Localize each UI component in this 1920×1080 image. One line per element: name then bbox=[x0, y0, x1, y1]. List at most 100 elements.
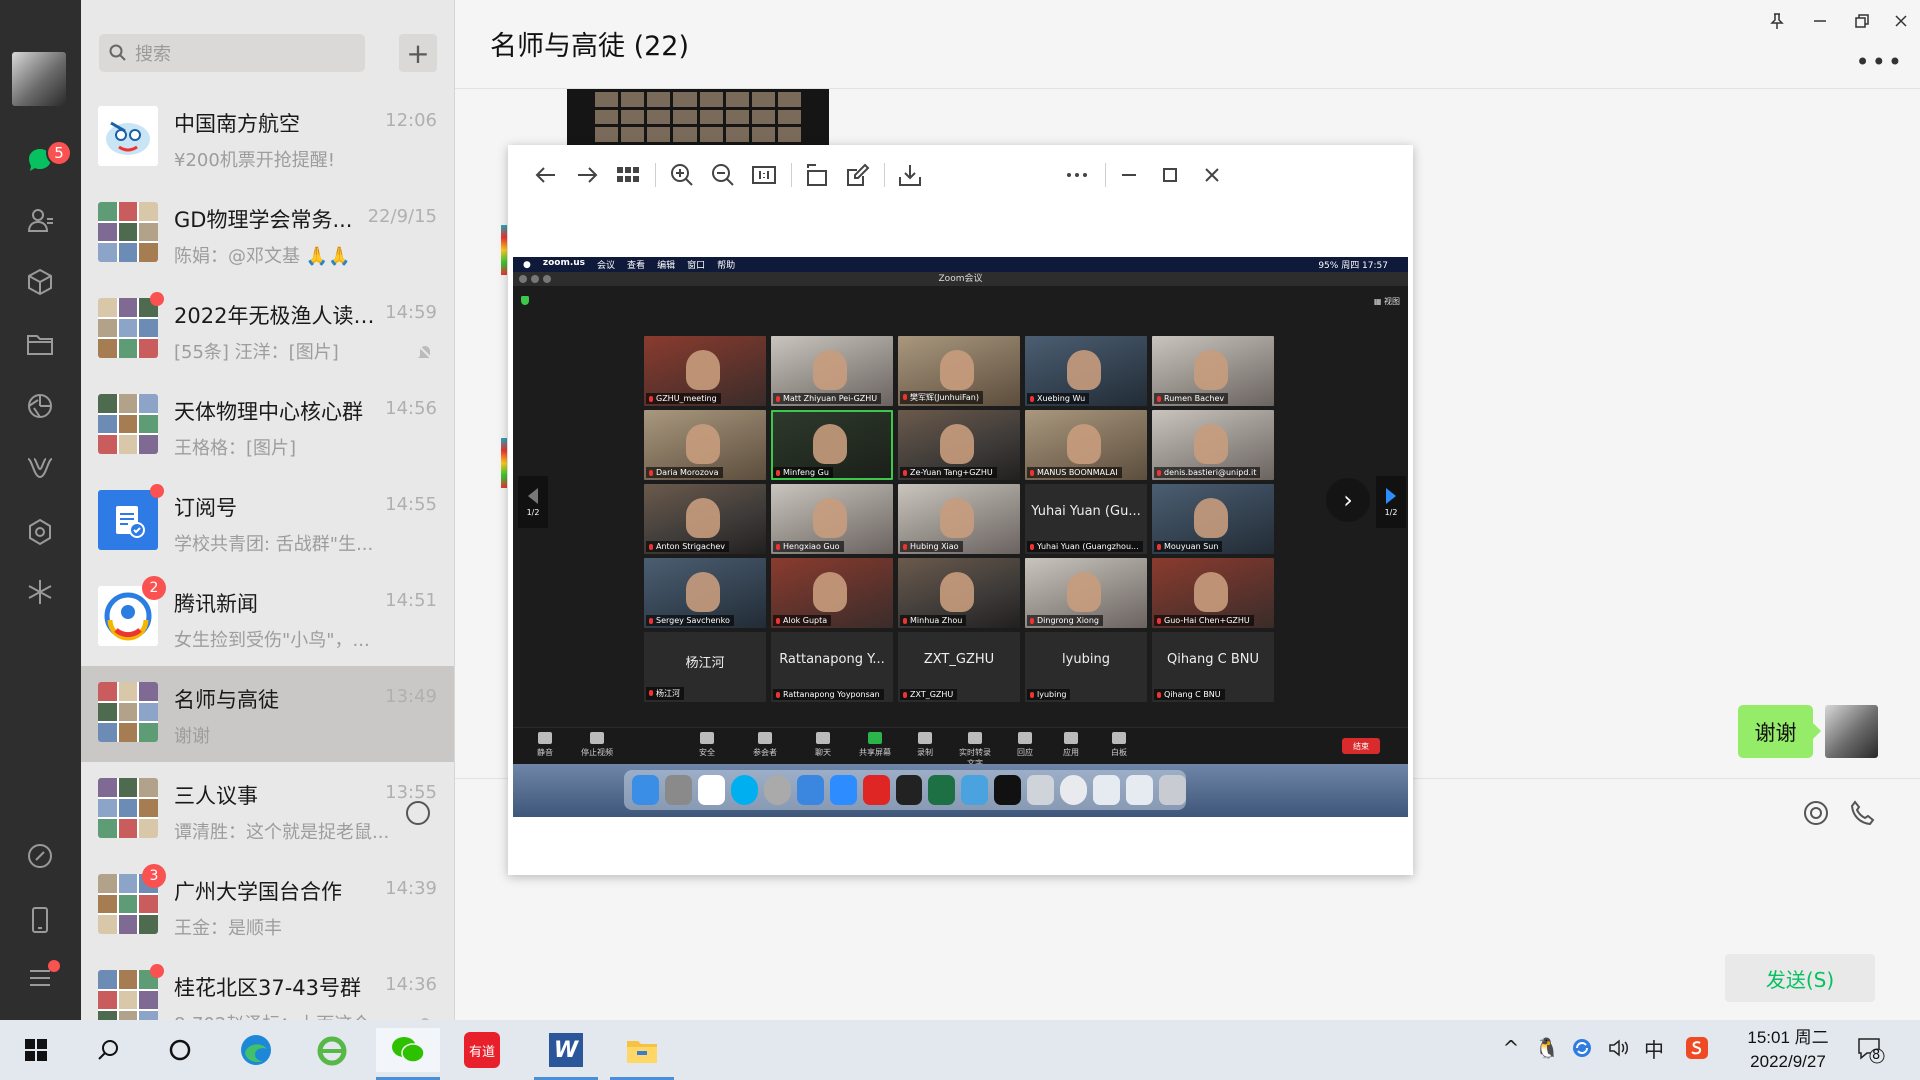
search-placeholder: 搜索 bbox=[135, 44, 171, 65]
more-options-icon[interactable]: ••• bbox=[1856, 48, 1904, 76]
viewer-close-icon[interactable] bbox=[1196, 159, 1228, 191]
files-icon[interactable] bbox=[22, 326, 58, 362]
rotate-icon[interactable] bbox=[801, 159, 833, 191]
chevron-up-icon[interactable]: ^ bbox=[1497, 1034, 1525, 1062]
chat-list-item[interactable]: 天体物理中心核心群 14:56 王格格：[图片] bbox=[81, 378, 454, 474]
chat-list-item[interactable]: 名师与高徒 13:49 谢谢 bbox=[81, 666, 454, 762]
participant-name-label: Ze-Yuan Tang+GZHU bbox=[900, 467, 997, 478]
participant-video bbox=[1194, 572, 1228, 612]
windows-taskbar: 有道 W ^ 🐧 中 15:01 周二 2022/9/27 8 bbox=[0, 1020, 1920, 1080]
more-icon[interactable] bbox=[1061, 159, 1093, 191]
grid-view-icon[interactable] bbox=[612, 159, 644, 191]
miniprogram-icon[interactable] bbox=[22, 574, 58, 610]
zoom-in-icon[interactable] bbox=[666, 159, 698, 191]
add-button[interactable]: + bbox=[399, 34, 437, 72]
participant-display-name: lyubing bbox=[1062, 652, 1110, 667]
chat-name: 腾讯新闻 bbox=[174, 592, 258, 616]
chat-list-item[interactable]: 2022年无极渔人读书... 14:59 [55条] 汪洋：[图片] bbox=[81, 282, 454, 378]
zoom-control-button: 应用 bbox=[1053, 732, 1089, 758]
previous-icon[interactable] bbox=[530, 159, 562, 191]
start-icon[interactable] bbox=[12, 1028, 60, 1072]
participant-name-label: lyubing bbox=[1027, 689, 1071, 700]
my-message-bubble[interactable]: 谢谢 bbox=[1738, 705, 1821, 758]
chat-last-message: ¥200机票开抢提醒! bbox=[174, 150, 336, 171]
notification-center-icon[interactable]: 8 bbox=[1855, 1034, 1885, 1064]
drive-icon bbox=[961, 775, 989, 805]
participant-tile: Hengxiao Guo bbox=[771, 484, 893, 554]
chat-list-item[interactable]: GD物理学会常务... 22/9/15 陈娟：@邓文基 🙏🙏 bbox=[81, 186, 454, 282]
edit-icon[interactable] bbox=[842, 159, 874, 191]
participant-tile: lyubing lyubing bbox=[1025, 632, 1147, 702]
chat-list-item[interactable]: 三人议事 13:55 谭清胜：这个就是捉老鼠... bbox=[81, 762, 454, 858]
participant-grid: GZHU_meeting Matt Zhiyuan Pei-GZHU 樊军辉(Jun… bbox=[644, 336, 1274, 702]
ime-indicator[interactable]: 中 bbox=[1640, 1034, 1668, 1062]
participant-tile: GZHU_meeting bbox=[644, 336, 766, 406]
search-taskbar-icon[interactable] bbox=[84, 1028, 132, 1072]
pin-icon[interactable] bbox=[1762, 6, 1792, 36]
youdao-icon[interactable]: 有道 bbox=[458, 1028, 506, 1072]
call-icon[interactable] bbox=[1848, 798, 1878, 828]
zoom-control-icon bbox=[590, 732, 604, 744]
moments-icon[interactable] bbox=[22, 388, 58, 424]
word-icon[interactable]: W bbox=[534, 1028, 598, 1080]
file-explorer-icon[interactable] bbox=[610, 1028, 674, 1080]
group-avatar bbox=[98, 778, 158, 838]
live-icon[interactable] bbox=[1801, 798, 1831, 828]
phone-icon[interactable] bbox=[22, 902, 58, 938]
edge-icon[interactable] bbox=[232, 1028, 280, 1072]
sogou-icon[interactable] bbox=[1683, 1034, 1711, 1062]
mac-menu-item: 窗口 bbox=[687, 261, 706, 271]
zoom-screenshot-image[interactable]: ● zoom.us 会议 查看 编辑 窗口 帮助 95% 周四 17:57 Zoom会议 … bbox=[513, 257, 1408, 817]
qq-icon[interactable]: 🐧 bbox=[1533, 1034, 1561, 1062]
chat-name: 广州大学国台合作 bbox=[174, 880, 342, 904]
send-button[interactable]: 发送(S) bbox=[1725, 954, 1875, 1002]
system-clock[interactable]: 15:01 周二 2022/9/27 bbox=[1738, 1026, 1838, 1074]
viewer-minimize-icon[interactable] bbox=[1113, 159, 1145, 191]
participant-name-label: Hubing Xiao bbox=[900, 541, 963, 552]
chat-list-item[interactable]: 2 腾讯新闻 14:51 女生捡到受伤"小鸟"，... bbox=[81, 570, 454, 666]
chat-list-item[interactable]: 桂花北区37-43号群 14:36 8-702赵泽标：上面这个... bbox=[81, 954, 454, 1020]
zoom-control-icon bbox=[1112, 732, 1126, 744]
chat-time: 12:06 bbox=[385, 110, 437, 131]
my-avatar[interactable] bbox=[12, 52, 66, 106]
participant-name-label: ZXT_GZHU bbox=[900, 689, 958, 700]
search-discover-icon[interactable] bbox=[22, 514, 58, 550]
zoom-gallery: ▦ 视图 GZHU_meeting Matt Zhiyuan Pei-GZHU 樊军… bbox=[513, 286, 1408, 727]
chat-list-item[interactable]: 订阅号 14:55 学校共青团: 舌战群"生... bbox=[81, 474, 454, 570]
actual-size-icon[interactable] bbox=[748, 159, 780, 191]
link-icon[interactable] bbox=[22, 838, 58, 874]
image-message-thumbnail[interactable] bbox=[567, 89, 829, 145]
restore-icon[interactable] bbox=[1847, 6, 1877, 36]
chat-list-item[interactable]: 3 广州大学国台合作 14:39 王金：是顺丰 bbox=[81, 858, 454, 954]
close-icon[interactable] bbox=[1886, 6, 1916, 36]
chat-list-item[interactable]: 中国南方航空 12:06 ¥200机票开抢提醒! bbox=[81, 90, 454, 186]
trash-icon bbox=[1159, 775, 1186, 805]
emoji-icon[interactable] bbox=[403, 798, 433, 828]
wechat-taskbar-icon[interactable] bbox=[376, 1028, 440, 1080]
participant-name-label: Xuebing Wu bbox=[1027, 393, 1090, 404]
zoom-control-icon bbox=[700, 732, 714, 744]
minimize-icon[interactable] bbox=[1805, 6, 1835, 36]
participant-video bbox=[686, 350, 720, 390]
collections-icon[interactable] bbox=[22, 264, 58, 300]
keynote-icon bbox=[796, 775, 824, 805]
viewer-maximize-icon[interactable] bbox=[1154, 159, 1186, 191]
mac-menu-item: 帮助 bbox=[717, 261, 736, 271]
download-icon[interactable] bbox=[894, 159, 926, 191]
participant-name-label: Minfeng Gu bbox=[773, 467, 833, 478]
cortana-icon[interactable] bbox=[156, 1028, 204, 1072]
search-input[interactable]: 搜索 bbox=[99, 34, 365, 72]
chat-name: 中国南方航空 bbox=[174, 112, 300, 136]
channels-icon[interactable] bbox=[22, 450, 58, 486]
contacts-icon[interactable] bbox=[22, 202, 58, 238]
my-message-avatar[interactable] bbox=[1825, 705, 1878, 758]
participant-name-label: Mouyuan Sun bbox=[1154, 541, 1223, 552]
ie-icon[interactable] bbox=[308, 1028, 356, 1072]
sync-icon[interactable] bbox=[1568, 1034, 1596, 1062]
page-indicator-left: 1/2 bbox=[526, 507, 540, 517]
zoom-out-icon[interactable] bbox=[707, 159, 739, 191]
next-icon[interactable] bbox=[571, 159, 603, 191]
volume-icon[interactable] bbox=[1604, 1034, 1632, 1062]
viewer-toolbar bbox=[508, 145, 1413, 205]
zoom-control-icon bbox=[538, 732, 552, 744]
